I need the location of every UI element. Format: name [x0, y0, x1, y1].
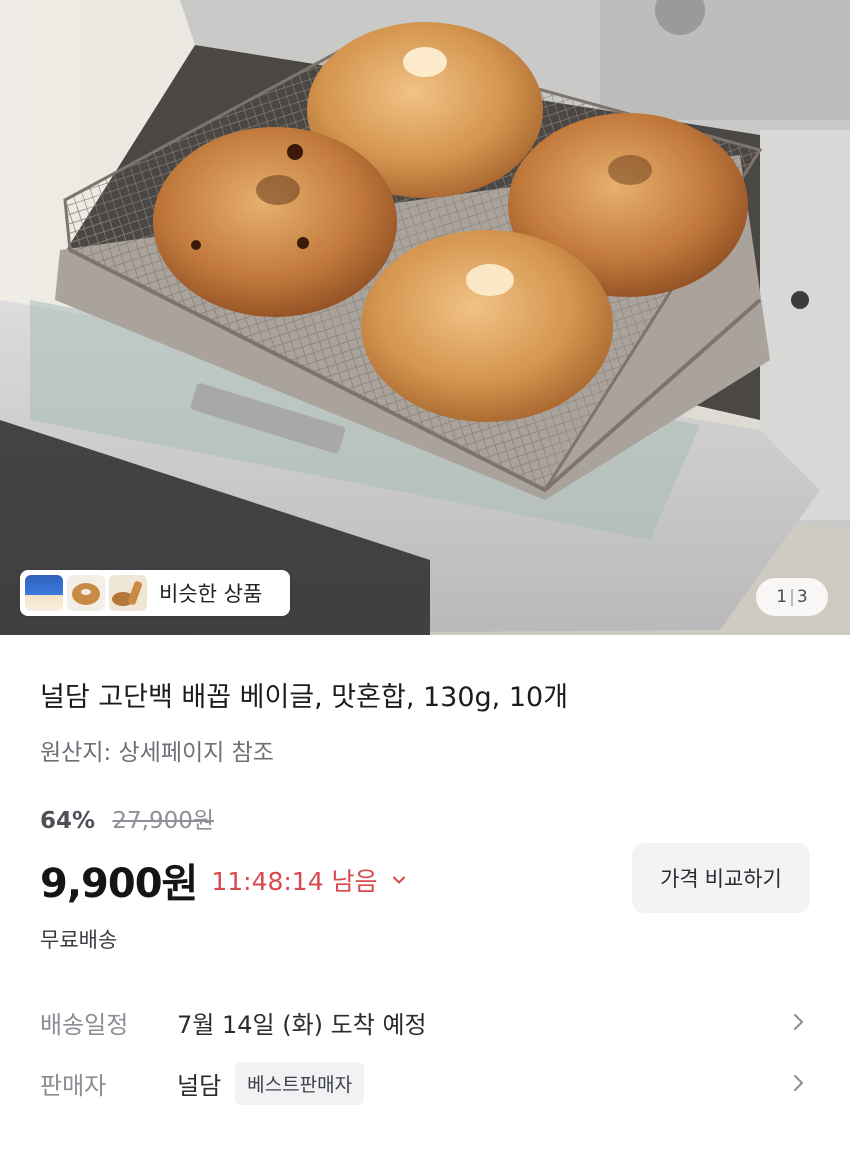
- delivery-label: 배송일정: [40, 1010, 129, 1039]
- discount-row: 64% 27,900원: [40, 801, 214, 835]
- chevron-right-icon[interactable]: [790, 1012, 806, 1032]
- deal-timer[interactable]: 11:48:14 남음: [211, 862, 377, 898]
- delivery-date: 7월 14일 (화) 도착 예정: [177, 1010, 427, 1039]
- seller-name[interactable]: 널담: [177, 1066, 221, 1101]
- seller-row[interactable]: 판매자 널담 베스트판매자: [40, 1058, 810, 1108]
- counter-separator: |: [789, 587, 795, 607]
- similar-thumbnail: [109, 575, 147, 611]
- seller-label: 판매자: [40, 1071, 107, 1100]
- similar-thumbnail: [67, 575, 105, 611]
- bagel-front: [361, 230, 613, 422]
- best-seller-badge: 베스트판매자: [235, 1061, 365, 1105]
- product-photo: [0, 0, 850, 635]
- sale-price: 9,900원: [40, 861, 198, 907]
- original-price: 27,900원: [112, 808, 215, 834]
- bagel-left: [153, 127, 397, 317]
- product-title: 널담 고단백 배꼽 베이글, 맛혼합, 130g, 10개: [40, 682, 569, 713]
- delivery-row[interactable]: 배송일정 7월 14일 (화) 도착 예정: [40, 997, 810, 1047]
- similar-products-chip[interactable]: 비슷한 상품: [20, 570, 290, 616]
- product-origin: 원산지: 상세페이지 참조: [40, 740, 274, 766]
- chevron-down-icon[interactable]: [392, 873, 406, 887]
- compare-price-button[interactable]: 가격 비교하기: [632, 843, 810, 913]
- similar-thumbnail: [25, 575, 63, 611]
- shipping-fee: 무료배송: [40, 928, 118, 952]
- counter-total: 3: [796, 587, 808, 607]
- image-counter: 1 | 3: [756, 578, 828, 616]
- discount-rate: 64%: [40, 808, 96, 834]
- counter-current: 1: [776, 587, 788, 607]
- chevron-right-icon[interactable]: [790, 1073, 806, 1093]
- similar-products-label: 비슷한 상품: [159, 582, 263, 606]
- product-image-gallery[interactable]: 비슷한 상품 1 | 3: [0, 0, 850, 635]
- price-row: 9,900원 11:48:14 남음: [40, 852, 406, 908]
